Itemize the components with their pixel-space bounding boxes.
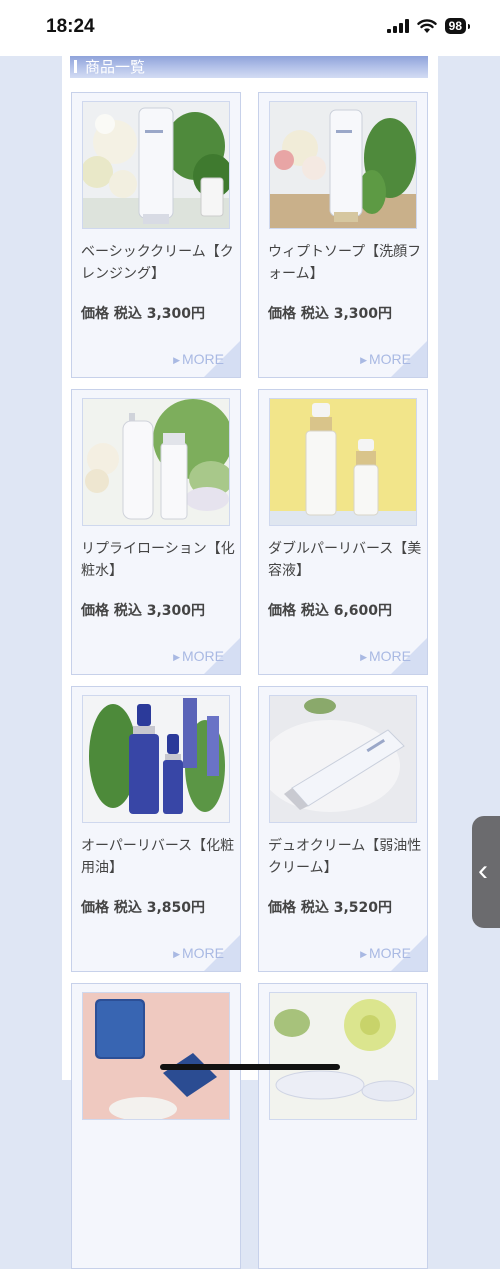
product-card[interactable]: ウィプトソープ【洗顔フォーム】 価格 税込 3,300円 ▶ MORE	[258, 92, 428, 378]
battery-icon: 98	[444, 18, 471, 34]
serum-bottles-image	[270, 399, 416, 525]
cream-tube-flowers-image	[83, 102, 229, 228]
product-card[interactable]: ダブルパーリバース【美容液】 価格 税込 6,600円 ▶ MORE	[258, 389, 428, 675]
compact-case-image	[83, 993, 229, 1119]
chevron-left-icon: ‹	[478, 854, 488, 887]
product-price: 価格 税込 3,520円	[268, 900, 393, 916]
more-link[interactable]: ▶ MORE	[355, 935, 427, 971]
product-image[interactable]	[269, 101, 417, 229]
arrow-right-icon: ▶	[360, 652, 367, 662]
product-image[interactable]	[82, 695, 230, 823]
product-name[interactable]: ベーシッククリーム【クレンジング】	[81, 241, 237, 285]
product-image[interactable]	[82, 992, 230, 1120]
product-image[interactable]	[82, 398, 230, 526]
arrow-right-icon: ▶	[360, 355, 367, 365]
product-image[interactable]	[269, 992, 417, 1120]
arrow-right-icon: ▶	[360, 949, 367, 959]
arrow-right-icon: ▶	[173, 652, 180, 662]
home-indicator[interactable]	[160, 1064, 340, 1070]
status-time: 18:24	[46, 16, 95, 37]
more-link[interactable]: ▶ MORE	[168, 341, 240, 377]
more-link[interactable]: ▶ MORE	[168, 935, 240, 971]
more-label: MORE	[369, 945, 411, 961]
more-link[interactable]: ▶ MORE	[355, 341, 427, 377]
arrow-right-icon: ▶	[173, 355, 180, 365]
wifi-icon	[416, 18, 437, 33]
cellular-signal-icon	[386, 19, 409, 33]
more-label: MORE	[369, 648, 411, 664]
oil-bottles-image	[83, 696, 229, 822]
status-icons: 98	[386, 18, 471, 34]
product-price: 価格 税込 3,300円	[81, 306, 206, 322]
product-price: 価格 税込 3,300円	[268, 306, 393, 322]
section-header: 商品一覧	[70, 56, 428, 78]
more-label: MORE	[182, 945, 224, 961]
more-link[interactable]: ▶ MORE	[168, 638, 240, 674]
soap-tube-flowers-image	[270, 102, 416, 228]
product-card[interactable]: リプライローション【化粧水】 価格 税込 3,300円 ▶ MORE	[71, 389, 241, 675]
more-link[interactable]: ▶ MORE	[355, 638, 427, 674]
powder-jar-image	[270, 993, 416, 1119]
product-list-page: 商品一覧 ベーシッククリーム【クレンジング】 価格 税込 3,300円 ▶ MO…	[62, 56, 438, 1269]
product-image[interactable]	[269, 695, 417, 823]
product-price: 価格 税込 3,300円	[81, 603, 206, 619]
product-card[interactable]	[71, 983, 241, 1269]
product-card[interactable]: デュオクリーム【弱油性クリーム】 価格 税込 3,520円 ▶ MORE	[258, 686, 428, 972]
more-label: MORE	[182, 648, 224, 664]
product-name[interactable]: オーパーリバース【化粧用油】	[81, 835, 237, 879]
section-title: 商品一覧	[85, 58, 146, 76]
product-name[interactable]: ダブルパーリバース【美容液】	[268, 538, 424, 582]
product-name[interactable]: ウィプトソープ【洗顔フォーム】	[268, 241, 424, 285]
header-bar-marker	[74, 60, 77, 73]
arrow-right-icon: ▶	[173, 949, 180, 959]
product-card[interactable]: ベーシッククリーム【クレンジング】 価格 税込 3,300円 ▶ MORE	[71, 92, 241, 378]
product-name[interactable]: デュオクリーム【弱油性クリーム】	[268, 835, 424, 879]
product-price: 価格 税込 6,600円	[268, 603, 393, 619]
status-bar: 18:24 98	[0, 0, 500, 56]
product-name[interactable]: リプライローション【化粧水】	[81, 538, 237, 582]
product-image[interactable]	[269, 398, 417, 526]
product-image[interactable]	[82, 101, 230, 229]
lotion-bottles-image	[83, 399, 229, 525]
product-card[interactable]: オーパーリバース【化粧用油】 価格 税込 3,850円 ▶ MORE	[71, 686, 241, 972]
product-price: 価格 税込 3,850円	[81, 900, 206, 916]
product-card[interactable]	[258, 983, 428, 1269]
cream-tube-towel-image	[270, 696, 416, 822]
more-label: MORE	[182, 351, 224, 367]
side-panel-handle[interactable]: ‹	[472, 816, 500, 928]
more-label: MORE	[369, 351, 411, 367]
